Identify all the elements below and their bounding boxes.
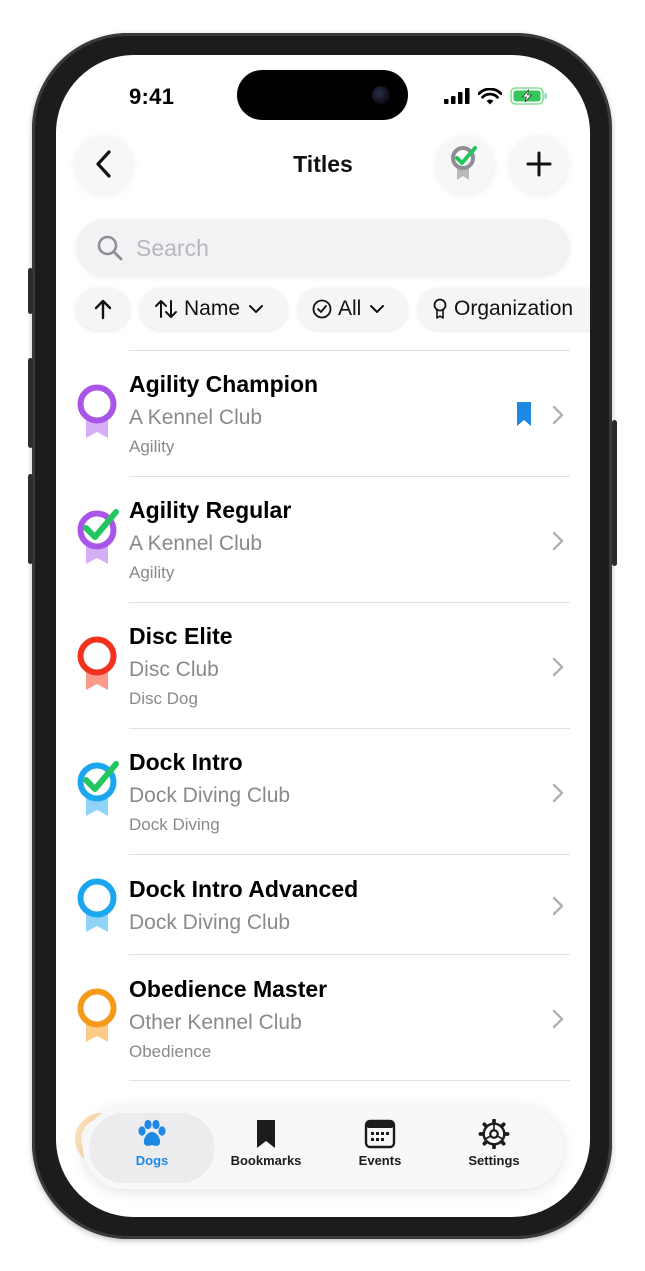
chevron-right-icon (552, 531, 564, 551)
search-placeholder: Search (136, 234, 209, 261)
arrow-up-icon (94, 299, 112, 320)
title-sport: Obedience (129, 1042, 212, 1061)
battery-charging-icon (510, 87, 547, 105)
sort-arrows-icon (155, 300, 177, 318)
tab-dogs[interactable]: Dogs (97, 1119, 207, 1179)
organization-filter-label: Organization (454, 297, 574, 320)
screen: 9:41 Titles Search Name All Organization… (56, 55, 590, 1217)
title-sport: Agility (129, 437, 175, 456)
award-ribbon-icon (75, 634, 119, 699)
status-filter-chip[interactable]: All (298, 288, 408, 330)
status-icons (444, 87, 548, 105)
power-button (612, 420, 617, 566)
chevron-right-icon (552, 783, 564, 803)
row-divider (129, 1080, 570, 1081)
tab-label: Settings (468, 1153, 520, 1168)
chevron-right-icon (552, 657, 564, 677)
title-name: Obedience Master (129, 976, 328, 1002)
title-sport: Disc Dog (129, 689, 198, 708)
title-row[interactable]: Obedience Master Other Kennel Club Obedi… (56, 955, 590, 1081)
award-ribbon-earned-icon (75, 760, 121, 825)
sort-direction-chip[interactable] (76, 288, 130, 330)
title-organization: Dock Diving Club (129, 911, 291, 934)
organization-filter-chip[interactable]: Organization (418, 288, 590, 330)
sort-name-chip[interactable]: Name (140, 288, 288, 330)
title-name: Disc Elite (129, 623, 233, 649)
tab-settings[interactable]: Settings (439, 1119, 549, 1179)
chevron-right-icon (552, 896, 564, 916)
title-name: Dock Intro Advanced (129, 876, 359, 902)
title-sport: Agility (129, 563, 175, 582)
tab-label: Dogs (135, 1153, 169, 1168)
action-button (28, 268, 33, 314)
title-row[interactable]: Agility Regular A Kennel Club Agility (56, 477, 590, 603)
title-name: Agility Champion (129, 371, 319, 397)
ribbon-check-icon (451, 146, 477, 180)
chevron-right-icon (552, 1009, 564, 1029)
tab-bar: Dogs Bookmarks Events Settings (83, 1107, 563, 1189)
search-field[interactable]: Search (76, 219, 570, 277)
title-row[interactable]: Disc Elite Disc Club Disc Dog (56, 603, 590, 729)
tab-events[interactable]: Events (325, 1119, 435, 1179)
title-organization: A Kennel Club (129, 532, 263, 555)
title-row[interactable]: Dock Intro Advanced Dock Diving Club (56, 855, 590, 955)
earned-filter-button[interactable] (436, 135, 494, 193)
award-ribbon-earned-icon (75, 508, 121, 573)
title-organization: Dock Diving Club (129, 784, 291, 807)
filter-chips: Name All Organization (76, 288, 590, 332)
cellular-signal-icon (444, 88, 470, 104)
status-filter-label: All (338, 297, 362, 320)
volume-up-button (28, 358, 33, 448)
title-organization: A Kennel Club (129, 406, 263, 429)
award-ribbon-icon (75, 382, 119, 447)
tab-label: Bookmarks (230, 1153, 302, 1168)
chevron-right-icon (552, 405, 564, 425)
bookmark-icon[interactable] (515, 401, 533, 427)
add-title-button[interactable] (510, 135, 568, 193)
tab-bookmarks[interactable]: Bookmarks (211, 1119, 321, 1179)
sort-name-label: Name (184, 297, 241, 320)
checkmark-circle-icon (312, 299, 332, 319)
paw-icon (138, 1119, 166, 1146)
calendar-icon (364, 1119, 396, 1149)
title-row[interactable]: Agility Champion A Kennel Club Agility (56, 351, 590, 477)
title-sport: Dock Diving (129, 815, 220, 834)
plus-icon (526, 151, 552, 177)
wifi-icon (478, 87, 502, 104)
gear-icon (478, 1119, 510, 1149)
tab-label: Events (358, 1153, 402, 1168)
award-ribbon-icon (75, 986, 119, 1051)
award-ribbon-icon (75, 876, 119, 941)
status-time: 9:41 (129, 84, 175, 109)
title-organization: Other Kennel Club (129, 1011, 302, 1034)
volume-down-button (28, 474, 33, 564)
ribbon-icon (433, 298, 447, 319)
chevron-down-icon (249, 305, 264, 313)
bookmark-icon (257, 1120, 275, 1148)
chevron-down-icon (370, 305, 385, 313)
title-row[interactable]: Dock Intro Dock Diving Club Dock Diving (56, 729, 590, 855)
dynamic-island (237, 70, 408, 120)
camera-icon (372, 86, 390, 104)
title-organization: Disc Club (129, 658, 219, 681)
title-name: Agility Regular (129, 497, 292, 523)
search-icon (97, 235, 123, 261)
title-name: Dock Intro (129, 749, 243, 775)
